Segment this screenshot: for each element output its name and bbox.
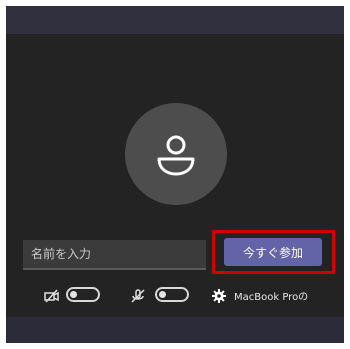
bottom-bar [6, 317, 344, 343]
device-settings-label[interactable]: MacBook Proの [234, 288, 308, 303]
join-now-button[interactable]: 今すぐ参加 [224, 238, 322, 266]
join-screen: 今すぐ参加 MacBook [0, 0, 350, 349]
gear-icon[interactable] [212, 288, 226, 307]
mic-off-icon [130, 288, 146, 307]
person-icon [157, 135, 195, 176]
name-input[interactable] [23, 240, 206, 270]
toggle-knob [70, 291, 77, 298]
camera-off-icon [44, 288, 60, 307]
audio-toggle[interactable] [155, 287, 189, 302]
video-toggle[interactable] [66, 287, 100, 302]
top-bar [6, 6, 344, 34]
toggle-knob [159, 291, 166, 298]
avatar [125, 103, 227, 205]
